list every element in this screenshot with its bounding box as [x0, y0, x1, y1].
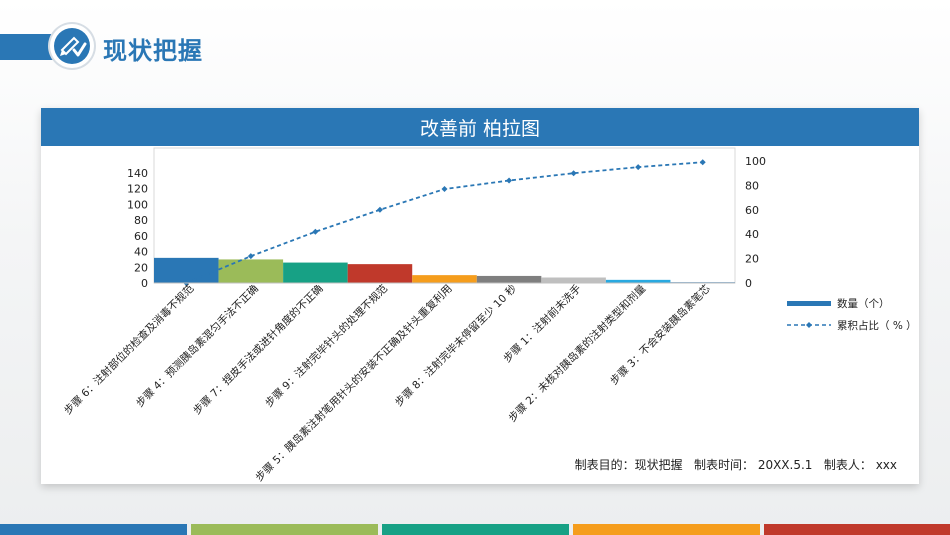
y-left-tick-label: 100: [127, 198, 148, 211]
pareto-chart: 0 20 40 60 80 100 120 140 0 20 40 60 80 100 步骤 6：注射部位的…: [61, 147, 917, 484]
chart-footnote: 制表目的：现状把握 制表时间： 20XX.5.1 制表人： xxx: [574, 458, 897, 472]
stripe-green: [191, 524, 378, 535]
x-category-label: 步骤 6：注射部位的检查及消毒不规范: [61, 282, 196, 417]
legend-bar-swatch: [787, 301, 831, 306]
stripe-blue: [0, 524, 187, 535]
bar: [347, 264, 413, 283]
y-left-tick-label: 140: [127, 167, 148, 180]
title-badge-circle: [54, 28, 90, 64]
x-category-label: 步骤 8：注射完毕未停留至少 10 秒: [392, 282, 519, 409]
pencil-check-icon: [60, 36, 87, 57]
y-right-tick-label: 60: [745, 204, 759, 217]
legend-line-label: 累积占比（ % ）: [837, 319, 917, 332]
bar: [218, 259, 284, 283]
y-left-tick-label: 20: [134, 261, 148, 274]
page-title: 现状把握: [103, 37, 203, 65]
x-category-label: 步骤 2：未核对胰岛素的注射类型和剂量: [506, 282, 649, 425]
y-right-tick-label: 80: [745, 179, 759, 192]
cumulative-point: [312, 228, 319, 235]
bar: [541, 277, 606, 283]
x-category-label: 步骤 9：注射完毕针头的处理不规范: [262, 282, 390, 410]
y-right-tick-label: 100: [745, 155, 766, 168]
chart-card: 改善前 柏拉图 0 20 40 60 80 100 120 140 0 20 40 60 80 100 步骤…: [41, 108, 919, 484]
title-badge: [50, 24, 94, 68]
cumulative-point: [376, 206, 383, 213]
cumulative-point: [247, 253, 254, 260]
y-right-tick-label: 0: [745, 277, 752, 290]
cumulative-point: [635, 164, 642, 171]
y-left-tick-label: 80: [134, 214, 148, 227]
y-right-tick-label: 40: [745, 228, 759, 241]
x-category-label: 步骤 4：预测胰岛素混匀手法不正确: [133, 282, 261, 410]
stripe-teal: [382, 524, 569, 535]
legend-line-marker: [806, 322, 812, 328]
cumulative-point: [570, 170, 577, 177]
y-left-tick-label: 120: [127, 183, 148, 196]
bar: [283, 262, 348, 283]
y-left-tick-label: 40: [134, 246, 148, 259]
legend-bar-label: 数量（个）: [837, 297, 890, 310]
stripe-red: [764, 524, 950, 535]
y-right-tick-label: 20: [745, 253, 759, 266]
x-category-label: 步骤 3：不会安装胰岛素笔芯: [607, 282, 712, 387]
y-left-tick-label: 0: [141, 277, 148, 290]
cumulative-point: [699, 159, 706, 166]
stripe-orange: [573, 524, 760, 535]
y-left-tick-label: 60: [134, 230, 148, 243]
cumulative-point: [441, 186, 448, 193]
x-category-label: 步骤 7：捏皮手法或进针角度的不正确: [190, 282, 325, 417]
cumulative-point: [506, 177, 513, 184]
bottom-stripes: [0, 524, 950, 535]
bar: [412, 275, 477, 283]
bar: [476, 275, 542, 283]
bar: [154, 257, 219, 283]
